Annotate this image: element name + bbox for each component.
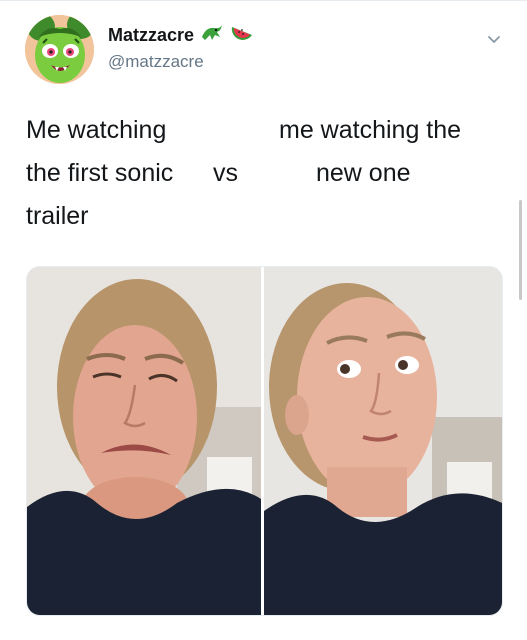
author-block: Matzzacre xyxy=(108,23,254,48)
tweet-text-left-line-2: the first sonic xyxy=(26,159,174,187)
right-photo xyxy=(264,267,502,615)
tweet-text-left-line-3: trailer xyxy=(26,202,89,230)
left-photo xyxy=(27,267,261,615)
tweet-media-image[interactable] xyxy=(26,266,503,616)
user-handle[interactable]: @matzzacre xyxy=(108,52,204,72)
tweet-text-right-line-1: me watching the xyxy=(279,116,462,144)
tweet-text-vs: vs xyxy=(213,159,238,187)
avatar[interactable] xyxy=(25,15,94,84)
display-name-row[interactable]: Matzzacre xyxy=(108,23,254,48)
chevron-down-icon[interactable] xyxy=(484,30,504,50)
tweet-text-right-line-2: new one xyxy=(316,159,411,187)
watermelon-icon xyxy=(230,23,254,48)
top-divider xyxy=(0,0,527,1)
scrollbar[interactable] xyxy=(519,200,522,300)
tweet-text-left-line-1: Me watching xyxy=(26,116,167,144)
display-name[interactable]: Matzzacre xyxy=(108,25,194,46)
crocodile-icon xyxy=(200,23,224,48)
